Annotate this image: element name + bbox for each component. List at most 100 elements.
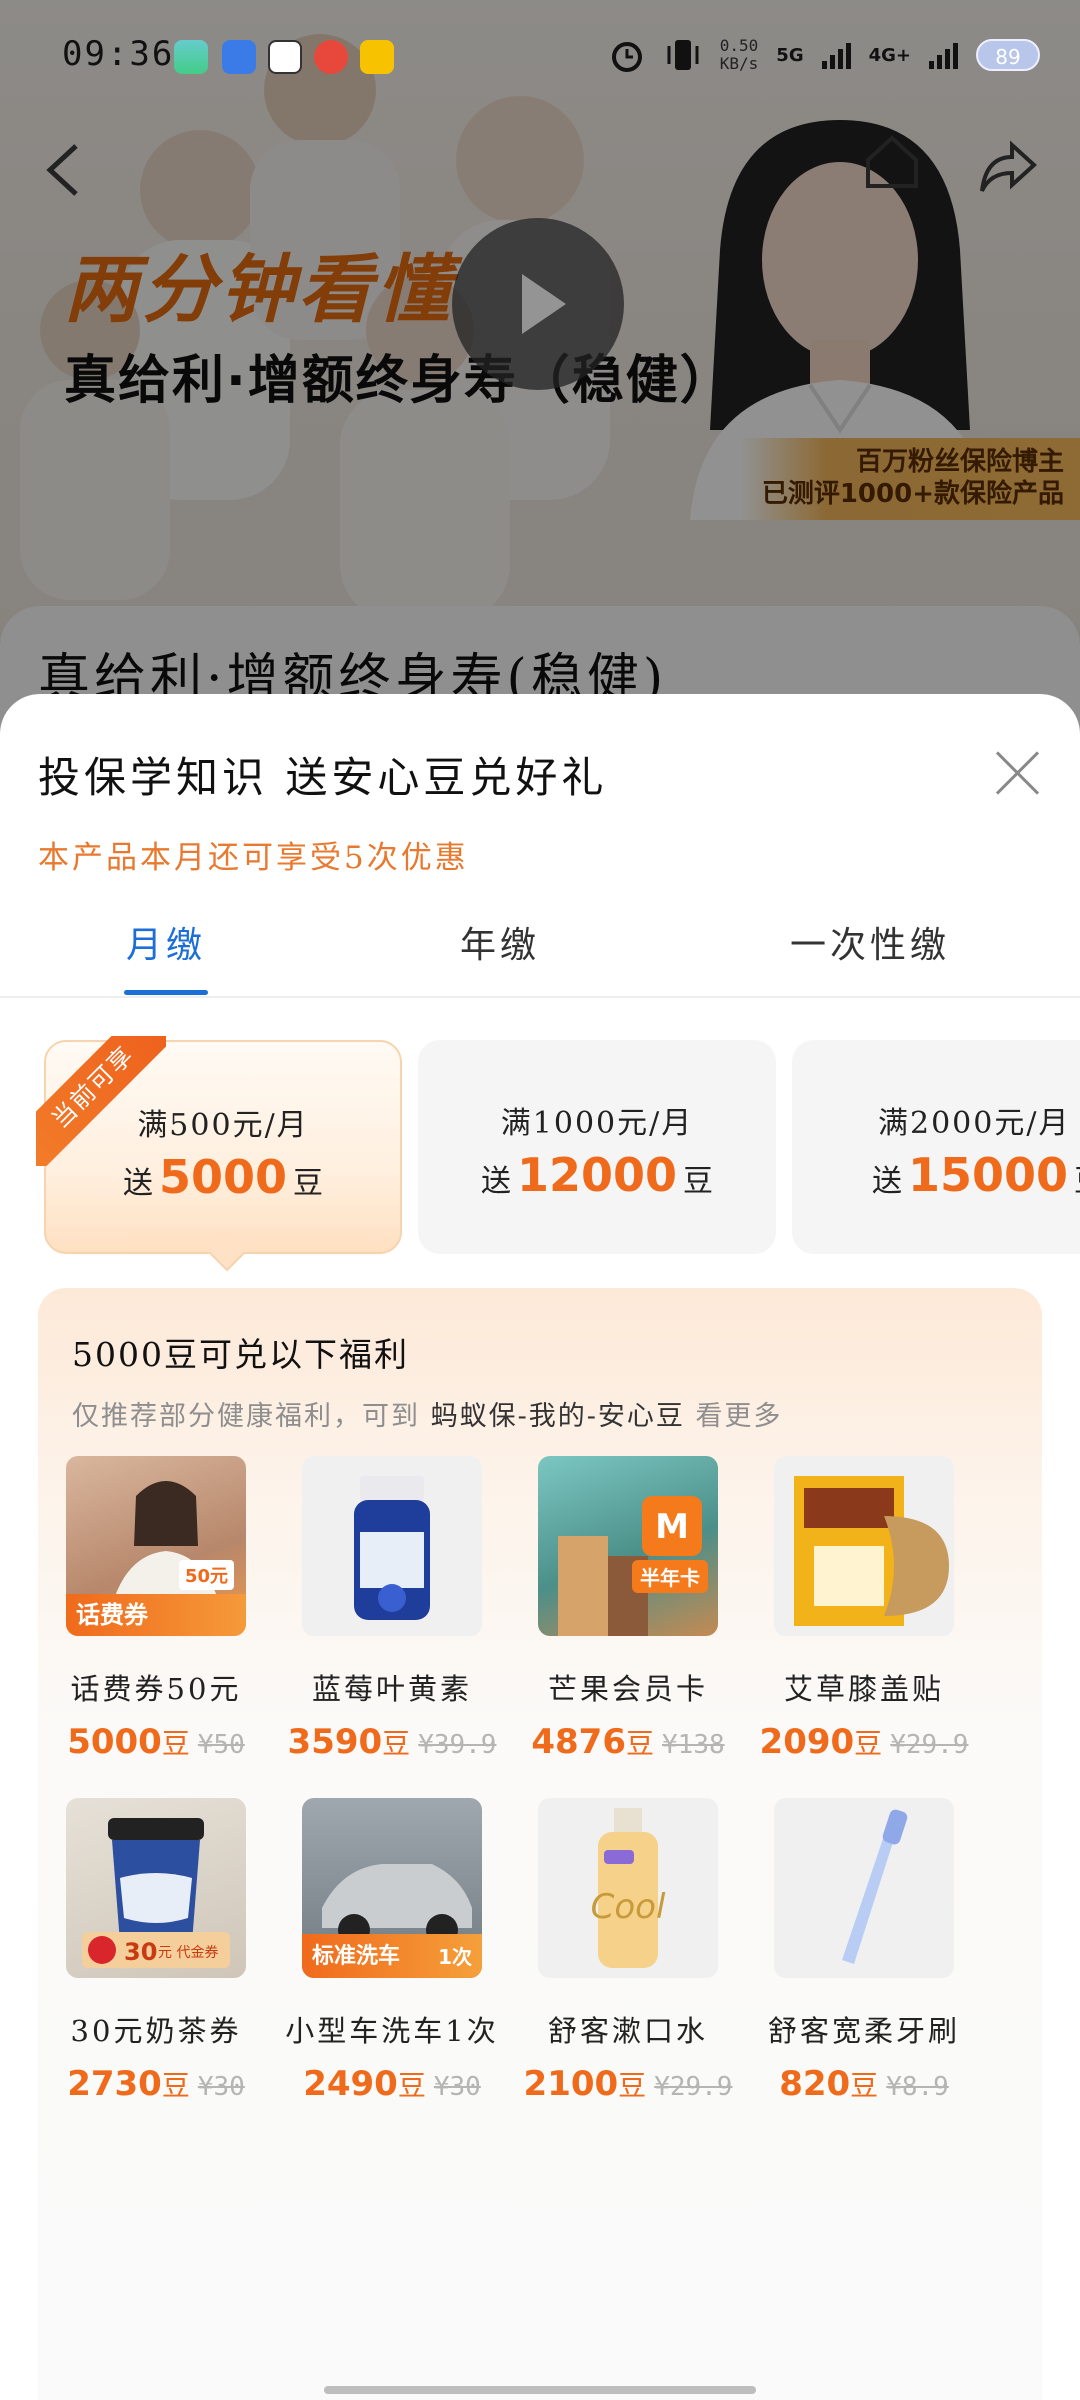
price-unit: 豆 (382, 1727, 411, 1760)
close-icon[interactable] (994, 750, 1040, 796)
original-price: ¥138 (662, 1730, 725, 1760)
network-speed-unit: KB/s (719, 54, 759, 73)
tier-card-1000[interactable]: 满1000元/月 送 12000 豆 (418, 1040, 776, 1254)
app-notification-icon (222, 40, 256, 74)
mango-card-thumbnail: M 半年卡 (538, 1456, 718, 1636)
svg-text:Cool: Cool (591, 1887, 666, 1927)
price-points: 2100 (523, 2064, 619, 2104)
home-indicator[interactable] (324, 2386, 756, 2394)
more-benefits-link[interactable]: 蚂蚁保-我的-安心豆 (431, 1401, 685, 1432)
benefit-name: 话费券50元 (70, 1672, 242, 1706)
price-points: 5000 (67, 1722, 162, 1762)
tier-condition: 满2000元/月 (878, 1106, 1071, 1141)
benefit-price: 820豆 ¥8.9 (746, 2064, 982, 2104)
price-unit: 豆 (161, 1727, 190, 1760)
original-price: ¥50 (197, 1730, 245, 1760)
back-arrow-icon[interactable] (38, 140, 88, 200)
tab-yearly[interactable]: 年缴 (460, 916, 540, 968)
phone-credit-thumbnail: 话费券 50元 (66, 1456, 246, 1636)
selected-tier-pointer (208, 1234, 246, 1272)
tier-reward: 送 12000 豆 (418, 1148, 776, 1202)
benefit-price: 2490豆 ¥30 (274, 2064, 510, 2104)
thumb-tag-count: 1次 (438, 1945, 472, 1969)
active-tab-underline (124, 990, 208, 995)
tier-reward-prefix: 送 (480, 1164, 511, 1199)
toothbrush-thumbnail (774, 1798, 954, 1978)
original-price: ¥39.9 (418, 1730, 497, 1760)
knee-patch-thumbnail (774, 1456, 954, 1636)
network-speed-value: 0.50 (719, 36, 759, 55)
benefit-item-lutein[interactable]: 蓝莓叶黄素 3590豆 ¥39.9 (274, 1456, 510, 1762)
benefit-price: 5000豆 ¥50 (38, 1722, 274, 1762)
original-price: ¥30 (433, 2072, 481, 2102)
price-points: 4876 (531, 1722, 626, 1762)
benefit-item-knee-patch[interactable]: 艾草膝盖贴 2090豆 ¥29.9 (746, 1456, 982, 1762)
alarm-icon (611, 42, 642, 72)
benefits-panel: 5000豆可兑以下福利 仅推荐部分健康福利，可到 蚂蚁保-我的-安心豆 看更多 … (38, 1288, 1042, 2400)
benefit-item-mango-membership[interactable]: M 半年卡 芒果会员卡 4876豆 ¥138 (510, 1456, 746, 1762)
benefit-price: 2100豆 ¥29.9 (510, 2064, 746, 2104)
thumb-tag: 标准洗车 (312, 1944, 401, 1969)
benefit-name: 小型车洗车1次 (285, 2014, 499, 2048)
benefit-item-phone-credit[interactable]: 话费券 50元 话费券50元 5000豆 ¥50 (38, 1456, 274, 1762)
share-icon[interactable] (976, 135, 1040, 199)
benefit-price: 2090豆 ¥29.9 (746, 1722, 982, 1762)
benefit-name: 艾草膝盖贴 (783, 1672, 944, 1706)
price-points: 2090 (759, 1722, 855, 1762)
price-unit: 豆 (618, 2069, 647, 2102)
signal-bars-icon (929, 41, 958, 69)
milk-tea-thumbnail: 30 元 代金券 (66, 1798, 246, 1978)
sheet-title: 投保学知识 送安心豆兑好礼 (38, 753, 608, 802)
tier-reward-amount: 15000 (908, 1148, 1069, 1202)
car-wash-thumbnail: 标准洗车 1次 (302, 1798, 482, 1978)
status-time: 09:36 (62, 34, 175, 74)
network-type-1: 5G (776, 44, 804, 66)
tier-condition: 满1000元/月 (500, 1106, 694, 1141)
price-points: 820 (779, 2064, 851, 2104)
tier-reward-unit: 豆 (1074, 1164, 1080, 1199)
signal-bars-icon (821, 41, 851, 69)
original-price: ¥29.9 (890, 1730, 969, 1760)
thumb-tag: 半年卡 (632, 1560, 708, 1593)
svg-text:M: M (655, 1507, 689, 1547)
benefit-name: 芒果会员卡 (547, 1672, 708, 1706)
thumb-tag-unit: 元 代金券 (158, 1945, 219, 1961)
benefit-item-toothbrush[interactable]: 舒客宽柔牙刷 820豆 ¥8.9 (746, 1798, 982, 2104)
price-points: 2490 (303, 2064, 398, 2104)
tier-reward-amount: 5000 (158, 1150, 288, 1204)
benefits-subtitle-suffix: 看更多 (695, 1401, 783, 1432)
price-unit: 豆 (161, 2069, 190, 2102)
home-icon[interactable] (860, 130, 924, 194)
price-points: 2730 (67, 2064, 162, 2104)
benefits-subtitle: 仅推荐部分健康福利，可到 蚂蚁保-我的-安心豆 看更多 (72, 1394, 782, 1433)
ribbon-label: 当前可享 (36, 1036, 166, 1166)
tab-single-payment[interactable]: 一次性缴 (790, 916, 950, 968)
benefit-item-car-wash[interactable]: 标准洗车 1次 小型车洗车1次 2490豆 ¥30 (274, 1798, 510, 2104)
benefit-price: 4876豆 ¥138 (510, 1722, 746, 1762)
original-price: ¥8.9 (886, 2072, 949, 2102)
benefit-name: 30元奶茶券 (70, 2014, 242, 2048)
benefits-title: 5000豆可兑以下福利 (72, 1335, 409, 1374)
benefit-item-mouthwash[interactable]: Cool 舒客漱口水 2100豆 ¥29.9 (510, 1798, 746, 2104)
current-available-ribbon: 当前可享 (36, 1036, 166, 1166)
network-type-2: 4G+ (868, 44, 911, 66)
mouthwash-bottle-image: Cool (591, 1808, 666, 1968)
terminal-notification-icon (268, 40, 302, 74)
discount-remaining-text: 本产品本月还可享受5次优惠 (38, 840, 469, 876)
benefit-item-milk-tea[interactable]: 30 元 代金券 30元奶茶券 2730豆 ¥30 (38, 1798, 274, 2104)
price-unit: 豆 (397, 2069, 426, 2102)
tier-reward-amount: 12000 (516, 1148, 678, 1202)
tier-reward-unit: 豆 (683, 1164, 714, 1199)
price-unit: 豆 (626, 1727, 655, 1760)
meituan-notification-icon (360, 40, 394, 74)
tier-reward-prefix: 送 (122, 1166, 153, 1201)
thumb-tag: 30 (124, 1938, 158, 1966)
mouthwash-thumbnail: Cool (538, 1798, 718, 1978)
tier-card-2000[interactable]: 满2000元/月 送15000豆 (792, 1040, 1080, 1254)
benefits-subtitle-prefix: 仅推荐部分健康福利，可到 (72, 1401, 420, 1432)
tier-reward-prefix: 送 (872, 1164, 902, 1199)
payment-tabs: 月缴 年缴 一次性缴 (0, 894, 1080, 998)
status-bar: 09:36 0.50 KB/s 5G 4G+ 89 (0, 0, 1080, 110)
knee-patch-box-image (794, 1476, 949, 1626)
tab-monthly[interactable]: 月缴 (126, 916, 206, 968)
